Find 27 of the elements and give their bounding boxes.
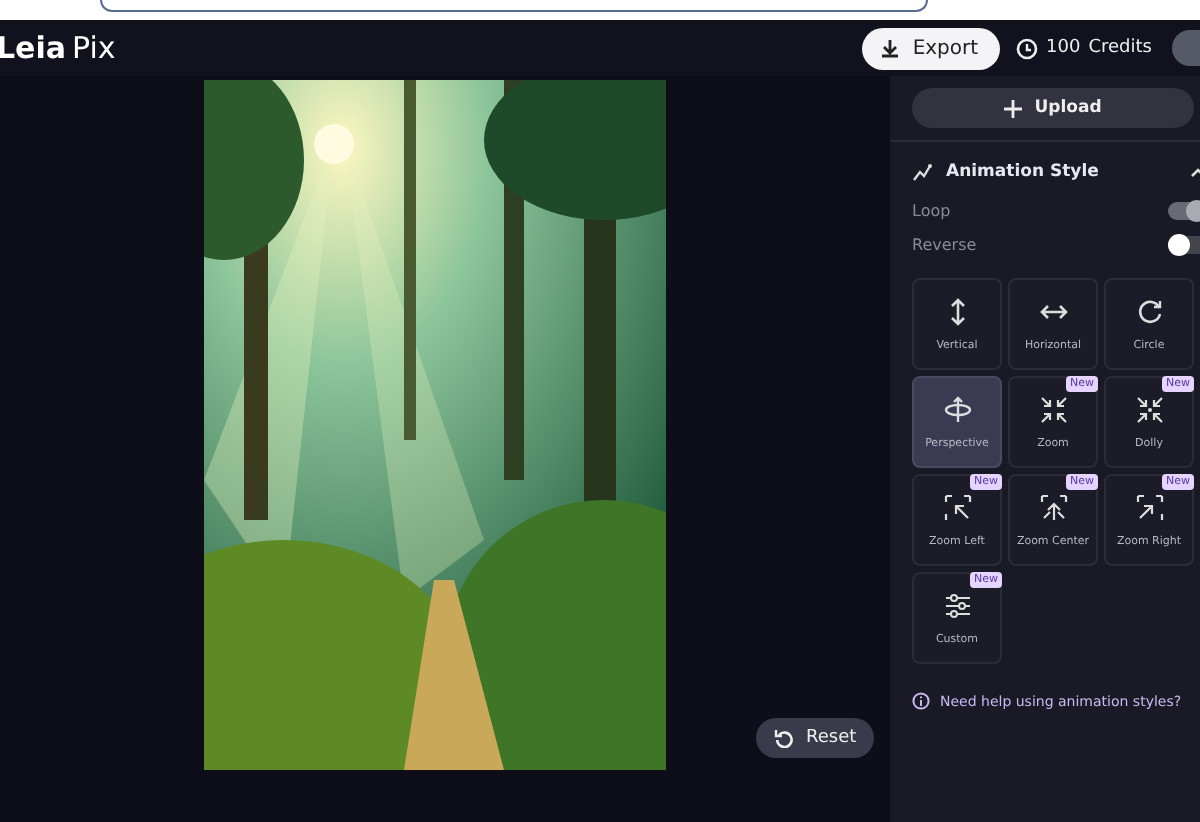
rotation-icon xyxy=(943,395,971,423)
clock-icon xyxy=(1016,37,1039,59)
toggle-switch[interactable] xyxy=(1168,202,1200,220)
animation-icon xyxy=(912,162,932,182)
up-arrow-icon xyxy=(1039,493,1067,521)
avatar[interactable] xyxy=(1172,30,1200,66)
credits-count: 100 xyxy=(1046,38,1081,58)
section-title: Animation Style xyxy=(946,162,1101,182)
toggle-switch[interactable] xyxy=(1168,236,1200,254)
corner-arrow-icon xyxy=(1135,493,1163,521)
inward-arrows-icon xyxy=(1135,395,1163,423)
logo-text: Pix xyxy=(72,30,116,66)
download-icon xyxy=(880,38,901,58)
export-button[interactable]: Export xyxy=(862,27,1001,69)
reset-icon xyxy=(774,728,794,748)
inward-arrows-icon xyxy=(1039,395,1067,423)
toggle-label: Loop xyxy=(912,202,953,220)
plus-icon xyxy=(1004,99,1023,117)
sliders-icon xyxy=(943,591,971,619)
toggle-label: Reverse xyxy=(912,236,979,254)
reset-button[interactable]: Reset xyxy=(756,718,875,758)
upload-button[interactable]: Upload xyxy=(912,88,1194,128)
corner-arrow-icon xyxy=(943,493,971,521)
credits-label: Credits xyxy=(1088,38,1152,58)
info-icon xyxy=(912,692,930,710)
circular-arrow-icon xyxy=(1135,297,1163,325)
address-bar[interactable] xyxy=(100,0,928,12)
